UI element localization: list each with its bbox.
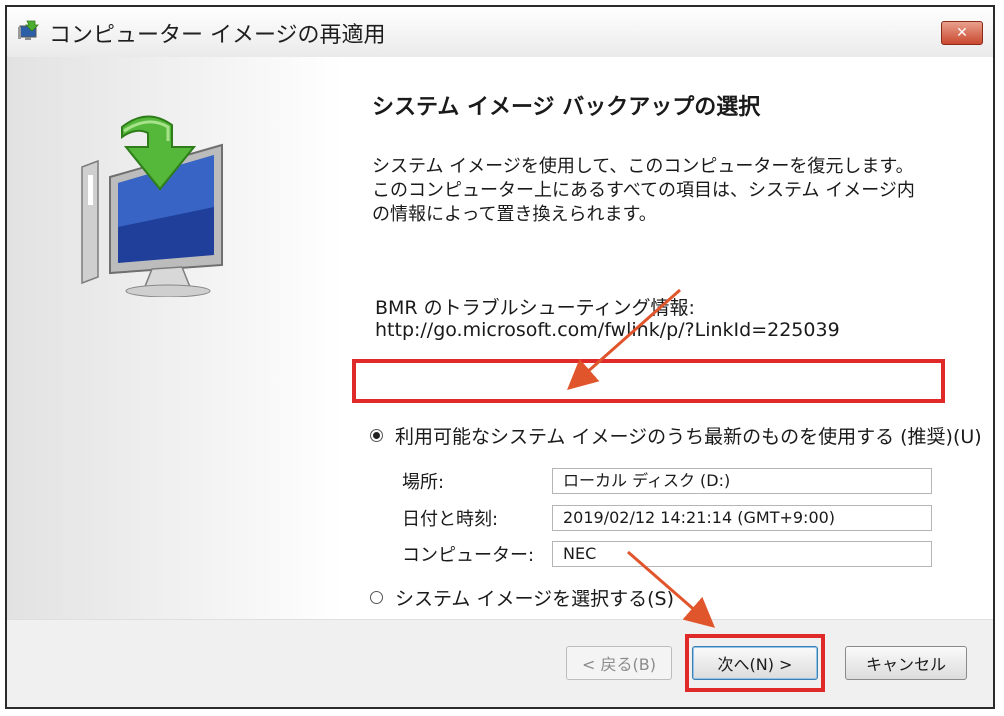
computer-field: NEC bbox=[552, 541, 932, 567]
page-heading: システム イメージ バックアップの選択 bbox=[372, 95, 761, 120]
restore-computer-icon bbox=[18, 20, 39, 40]
restore-description: システム イメージを使用して、このコンピューターを復元します。このコンピューター… bbox=[372, 156, 915, 225]
wizard-content: システム イメージ バックアップの選択 システム イメージを使用して、このコンピ… bbox=[7, 57, 993, 619]
highlight-box-next-button bbox=[685, 634, 825, 692]
datetime-field: 2019/02/12 14:21:14 (GMT+9:00) bbox=[552, 505, 932, 531]
cancel-button[interactable]: キャンセル bbox=[845, 646, 967, 680]
select-image-option[interactable]: システム イメージを選択する(S) bbox=[370, 584, 674, 611]
close-icon: ✕ bbox=[956, 25, 968, 41]
wizard-side-panel bbox=[7, 57, 342, 619]
monitor-with-green-arrow-icon bbox=[81, 115, 223, 297]
datetime-label: 日付と時刻: bbox=[402, 509, 499, 530]
title-bar[interactable]: コンピューター イメージの再適用 ✕ bbox=[7, 7, 993, 57]
select-image-label: システム イメージを選択する(S) bbox=[395, 588, 674, 610]
use-latest-image-option[interactable]: 利用可能なシステム イメージのうち最新のものを使用する (推奨)(U) bbox=[370, 422, 982, 449]
highlight-box-latest-option bbox=[352, 359, 945, 403]
close-button[interactable]: ✕ bbox=[941, 21, 983, 45]
select-image-radio[interactable] bbox=[370, 591, 383, 604]
bmr-info-label: BMR のトラブルシューティング情報: bbox=[375, 297, 695, 319]
window-title: コンピューター イメージの再適用 bbox=[49, 23, 386, 48]
use-latest-image-label: 利用可能なシステム イメージのうち最新のものを使用する (推奨)(U) bbox=[395, 426, 982, 448]
bmr-info-link[interactable]: http://go.microsoft.com/fwlink/p/?LinkId… bbox=[375, 319, 840, 341]
location-label: 場所: bbox=[402, 472, 445, 493]
computer-label: コンピューター: bbox=[402, 545, 535, 566]
location-field: ローカル ディスク (D:) bbox=[552, 468, 932, 494]
back-button[interactable]: < 戻る(B) bbox=[566, 646, 672, 680]
use-latest-image-radio[interactable] bbox=[370, 429, 383, 442]
